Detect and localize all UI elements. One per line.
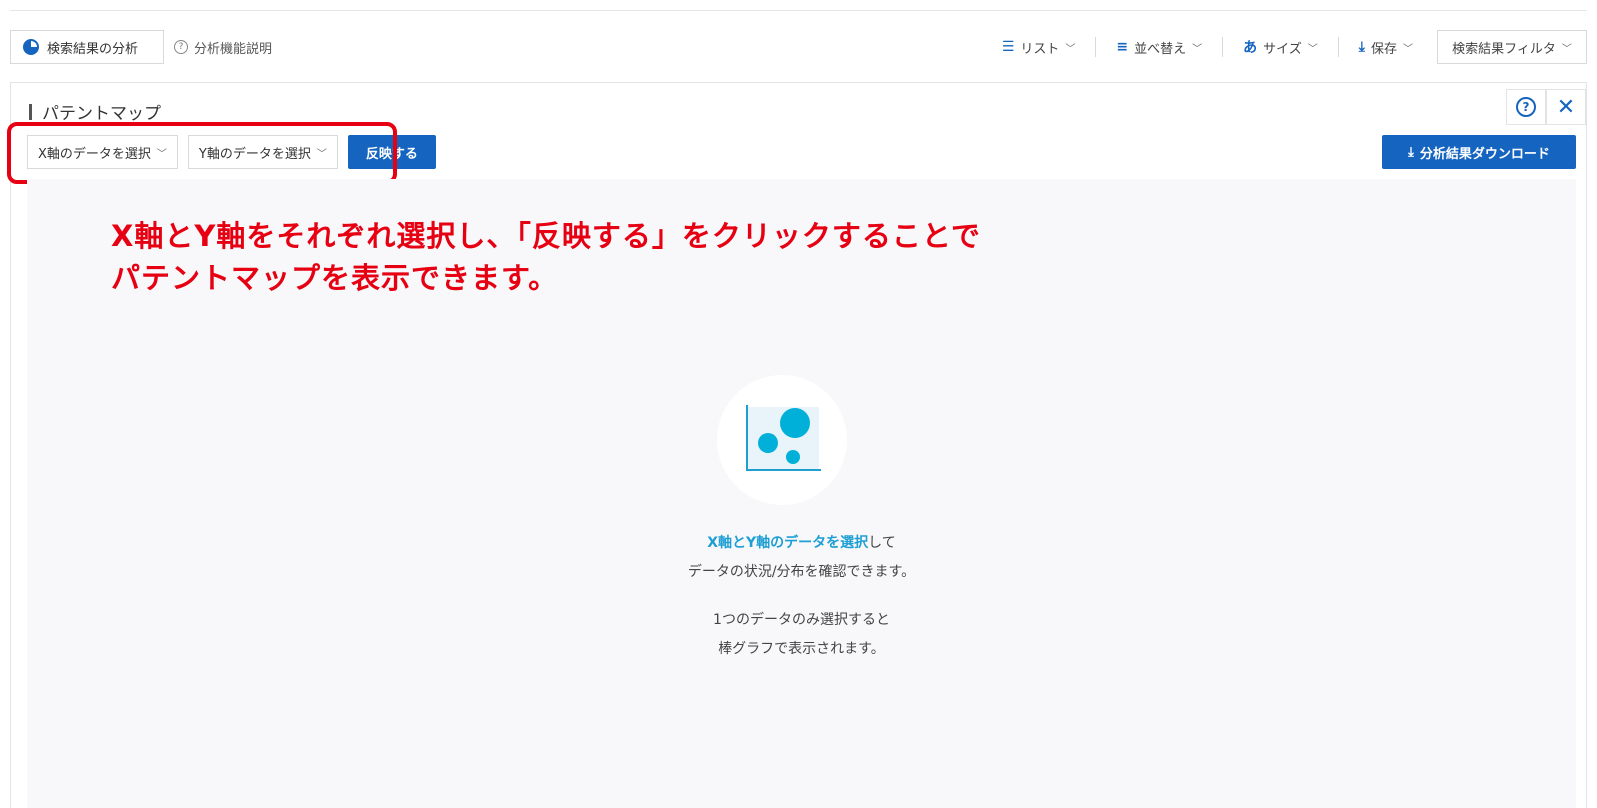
list-menu[interactable]: ☰ リスト ﹀: [1002, 30, 1076, 64]
panel-title: パテントマップ: [29, 99, 161, 124]
download-icon: ⤓: [1358, 39, 1365, 55]
panel-title-text: パテントマップ: [42, 104, 161, 124]
chevron-down-icon: ﹀: [1403, 43, 1413, 55]
panel-actions: ? ✕: [1506, 89, 1586, 125]
toolbar-separator: [1337, 37, 1339, 57]
bubble-chart-icon: [717, 375, 847, 505]
results-toolbar: 検索結果の分析 ? 分析機能説明 ☰ リスト ﹀ ≡ 並べ替え ﹀ あ サイズ …: [10, 30, 1587, 64]
annotation-highlight-box: [7, 122, 397, 184]
download-label: 分析結果ダウンロード: [1419, 146, 1550, 162]
save-menu[interactable]: ⤓ 保存 ﹀: [1359, 30, 1413, 64]
sort-icon: ≡: [1116, 39, 1129, 55]
annotation-line-1: X軸とY軸をそれぞれ選択し、「反映する」をクリックすることで: [111, 219, 981, 253]
patent-map-panel: パテントマップ ? ✕ X軸のデータを選択 ﹀ Y軸のデータを選択 ﹀ 反映する…: [7, 82, 1587, 808]
pie-chart-icon: [23, 39, 39, 55]
toolbar-separator: [1222, 37, 1224, 57]
chevron-down-icon: ﹀: [1561, 43, 1572, 55]
size-label: サイズ: [1263, 41, 1302, 57]
analysis-help-label: 分析機能説明: [194, 41, 273, 57]
chevron-down-icon: ﹀: [1307, 43, 1318, 55]
sort-menu[interactable]: ≡ 並べ替え ﹀: [1116, 30, 1202, 64]
size-menu[interactable]: あ サイズ ﹀: [1243, 30, 1318, 64]
search-filter-button[interactable]: 検索結果フィルタ ﹀: [1437, 30, 1587, 64]
empty-state-suffix: して: [868, 535, 896, 551]
list-label: リスト: [1020, 41, 1060, 57]
analysis-button[interactable]: 検索結果の分析: [10, 30, 164, 64]
empty-state-highlight: X軸とY軸のデータを選択: [707, 535, 869, 551]
analysis-label: 検索結果の分析: [47, 41, 139, 57]
empty-state-line-3: 1つのデータのみ選択すると: [713, 612, 890, 628]
empty-state-message: X軸とY軸のデータを選択して データの状況/分布を確認できます。: [27, 529, 1576, 587]
top-divider: [10, 10, 1587, 11]
chevron-down-icon: ﹀: [1192, 43, 1203, 55]
chevron-down-icon: ﹀: [1065, 43, 1076, 55]
close-button[interactable]: ✕: [1546, 89, 1586, 125]
analysis-help-link[interactable]: ? 分析機能説明: [174, 30, 272, 64]
empty-state-line-4: 棒グラフで表示されます。: [718, 641, 885, 657]
help-button[interactable]: ?: [1506, 89, 1546, 125]
map-canvas: X軸とY軸をそれぞれ選択し、「反映する」をクリックすることで パテントマップを表…: [27, 179, 1576, 808]
empty-state-line-2: データの状況/分布を確認できます。: [687, 564, 916, 580]
font-size-icon: あ: [1243, 40, 1258, 56]
sort-label: 並べ替え: [1134, 41, 1187, 57]
annotation-line-2: パテントマップを表示できます。: [111, 261, 559, 295]
question-icon: ?: [174, 40, 188, 54]
filter-label: 検索結果フィルタ: [1452, 41, 1556, 57]
close-icon: ✕: [1556, 94, 1576, 120]
annotation-text: X軸とY軸をそれぞれ選択し、「反映する」をクリックすることで パテントマップを表…: [111, 215, 981, 299]
list-icon: ☰: [1001, 39, 1015, 55]
toolbar-separator: [1095, 37, 1097, 57]
save-label: 保存: [1370, 41, 1397, 57]
download-icon: ⤓: [1408, 144, 1414, 160]
toolbar-right: ☰ リスト ﹀ ≡ 並べ替え ﹀ あ サイズ ﹀ ⤓ 保存 ﹀ 検索結果フィルタ…: [1002, 30, 1587, 64]
download-results-button[interactable]: ⤓ 分析結果ダウンロード: [1382, 135, 1576, 169]
empty-state-note: 1つのデータのみ選択すると 棒グラフで表示されます。: [27, 606, 1576, 664]
title-accent-bar: [29, 103, 32, 120]
help-icon: ?: [1516, 97, 1536, 117]
